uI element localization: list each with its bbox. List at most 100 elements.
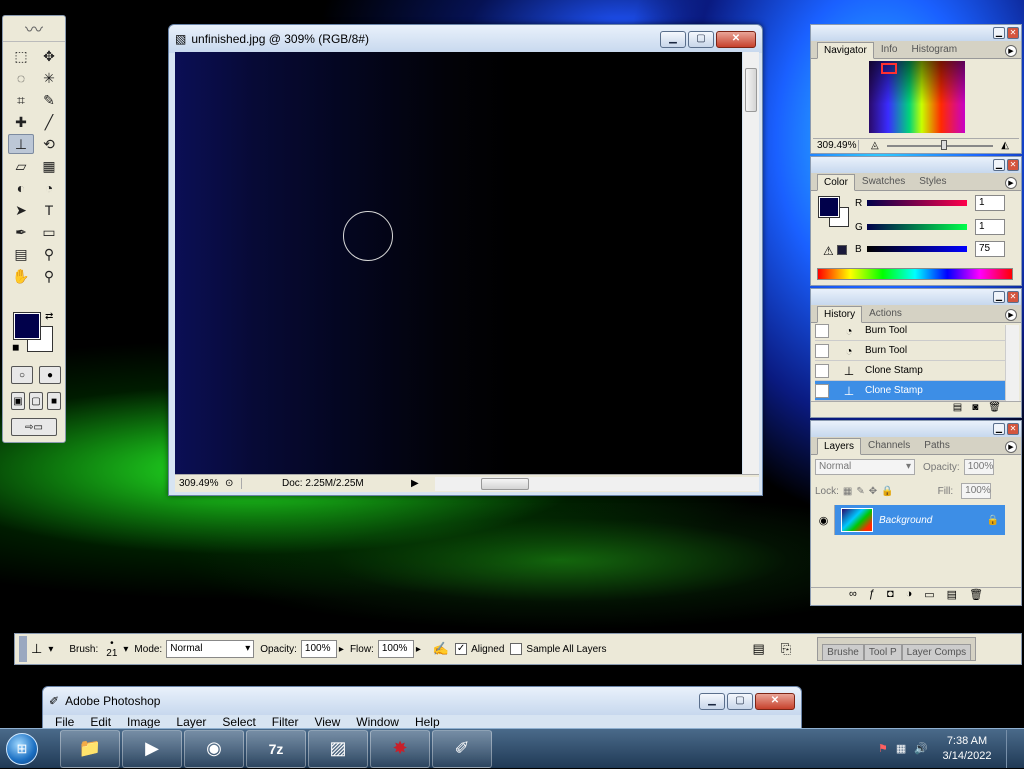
palette-minimize-button[interactable]: ▁ <box>993 291 1005 303</box>
tab-actions[interactable]: Actions <box>862 305 909 322</box>
red-slider[interactable] <box>867 200 967 206</box>
delete-layer-icon[interactable]: 🗑 <box>969 588 983 605</box>
history-item[interactable]: ◔ Burn Tool <box>815 321 1005 341</box>
visibility-eye-icon[interactable]: ◉ <box>813 505 835 535</box>
horizontal-scrollbar[interactable] <box>435 476 759 491</box>
delete-state-icon[interactable]: 🗑 <box>988 402 1001 417</box>
menu-layer[interactable]: Layer <box>176 715 206 729</box>
blur-tool-icon[interactable]: ◐ <box>8 178 34 198</box>
menu-filter[interactable]: Filter <box>272 715 299 729</box>
palette-menu-icon[interactable]: ▶ <box>1005 177 1017 189</box>
move-tool-icon[interactable]: ✥ <box>36 46 62 66</box>
explorer-taskbar-icon[interactable]: 📁 <box>60 729 120 768</box>
brush-dropdown-icon[interactable]: ▾ <box>123 644 128 655</box>
menu-edit[interactable]: Edit <box>90 715 111 729</box>
history-item-selected[interactable]: ⊥ Clone Stamp <box>815 381 1005 401</box>
mode-select[interactable]: Normal <box>166 640 255 658</box>
healing-brush-tool-icon[interactable]: ✚ <box>8 112 34 132</box>
menu-view[interactable]: View <box>314 715 340 729</box>
lock-transparency-icon[interactable]: ▦ <box>843 486 852 497</box>
blue-value[interactable]: 75 <box>975 241 1005 257</box>
ps-maximize-button[interactable]: ▢ <box>727 692 753 710</box>
link-layers-icon[interactable]: ∞ <box>849 588 857 605</box>
palette-menu-icon[interactable]: ▶ <box>1005 45 1017 57</box>
palette-close-button[interactable]: ✕ <box>1007 423 1019 435</box>
lasso-tool-icon[interactable]: ◌ <box>8 68 34 88</box>
jump-to-imageready-icon[interactable]: ⇨▭ <box>11 418 57 436</box>
magic-wand-tool-icon[interactable]: ✳ <box>36 68 62 88</box>
tab-histogram[interactable]: Histogram <box>905 41 965 58</box>
7zip-taskbar-icon[interactable]: 7z <box>246 729 306 768</box>
flow-slider-arrow-icon[interactable]: ▸ <box>416 644 421 655</box>
options-bar-grip[interactable] <box>19 636 27 662</box>
brush-picker[interactable]: • 21 <box>106 639 117 659</box>
history-item[interactable]: ⊥ Clone Stamp <box>815 361 1005 381</box>
quick-mask-mode-icon[interactable]: ● <box>39 366 61 384</box>
palette-menu-icon[interactable]: ▶ <box>1005 309 1017 321</box>
horizontal-scroll-thumb[interactable] <box>481 477 529 490</box>
palette-minimize-button[interactable]: ▁ <box>993 423 1005 435</box>
menu-image[interactable]: Image <box>127 715 160 729</box>
image-viewer-taskbar-icon[interactable]: ▨ <box>308 729 368 768</box>
file-browser-icon[interactable]: ⎘ <box>781 641 791 657</box>
blue-slider[interactable] <box>867 246 967 252</box>
tab-channels[interactable]: Channels <box>861 437 917 454</box>
eyedropper-tool-icon[interactable]: ⚲ <box>36 244 62 264</box>
zoom-level[interactable]: 309.49% <box>175 478 225 489</box>
sample-all-layers-checkbox[interactable] <box>510 643 523 655</box>
palette-close-button[interactable]: ✕ <box>1007 159 1019 171</box>
palette-minimize-button[interactable]: ▁ <box>993 159 1005 171</box>
gradient-tool-icon[interactable]: ▦ <box>36 156 62 176</box>
menu-help[interactable]: Help <box>415 715 440 729</box>
screen-mode-standard-icon[interactable]: ▣ <box>11 392 25 410</box>
layer-style-icon[interactable]: ƒ <box>869 588 875 605</box>
history-brush-tool-icon[interactable]: ⟲ <box>36 134 62 154</box>
navigator-zoom-slider[interactable] <box>886 139 994 150</box>
aligned-checkbox[interactable]: ✓ <box>455 643 468 655</box>
palette-close-button[interactable]: ✕ <box>1007 27 1019 39</box>
zoom-out-icon[interactable]: ◬ <box>871 140 879 151</box>
foreground-color-swatch[interactable] <box>13 312 41 340</box>
path-selection-tool-icon[interactable]: ➤ <box>8 200 34 220</box>
navigator-view-box[interactable] <box>881 63 897 74</box>
adjustment-layer-icon[interactable]: ◑ <box>906 588 913 605</box>
vertical-scroll-thumb[interactable] <box>745 68 757 112</box>
slice-tool-icon[interactable]: ✎ <box>36 90 62 110</box>
lock-all-icon[interactable]: 🔒 <box>881 486 893 497</box>
tab-layers[interactable]: Layers <box>817 438 862 455</box>
green-value[interactable]: 1 <box>975 219 1005 235</box>
status-arrow-icon[interactable]: ▶ <box>411 478 423 489</box>
document-titlebar[interactable]: ▧ unfinished.jpg @ 309% (RGB/8#) ▁ ▢ ✕ <box>169 25 762 53</box>
palette-menu-icon[interactable]: ▶ <box>1005 441 1017 453</box>
tab-styles[interactable]: Styles <box>912 173 953 190</box>
image-canvas[interactable] <box>175 52 742 474</box>
pen-tool-icon[interactable]: ✒ <box>8 222 34 242</box>
standard-mode-icon[interactable]: ○ <box>11 366 33 384</box>
new-group-icon[interactable]: ▭ <box>924 588 934 605</box>
color-spectrum-bar[interactable] <box>817 268 1013 280</box>
swap-colors-icon[interactable]: ⇄ <box>45 311 53 322</box>
ps-close-button[interactable]: ✕ <box>755 692 795 710</box>
layer-mask-icon[interactable]: ◘ <box>887 588 894 605</box>
tab-color[interactable]: Color <box>817 174 855 191</box>
history-source-checkbox[interactable] <box>815 343 829 358</box>
start-button[interactable]: ⊞ <box>0 729 44 769</box>
palette-minimize-button[interactable]: ▁ <box>993 27 1005 39</box>
crop-tool-icon[interactable]: ⌗ <box>8 90 34 110</box>
layer-opacity-input[interactable]: 100% <box>963 459 994 475</box>
paint-app-taskbar-icon[interactable]: ✸ <box>370 729 430 768</box>
tab-info[interactable]: Info <box>874 41 905 58</box>
zoom-in-icon[interactable]: ◭ <box>1001 140 1009 151</box>
hand-tool-icon[interactable]: ✋ <box>8 266 34 286</box>
lock-paint-icon[interactable]: ✎ <box>856 486 864 497</box>
marquee-tool-icon[interactable]: ⬚ <box>8 46 34 66</box>
red-value[interactable]: 1 <box>975 195 1005 211</box>
burn-tool-icon[interactable]: ◔ <box>36 178 62 198</box>
opacity-slider-arrow-icon[interactable]: ▸ <box>339 644 344 655</box>
well-tab-tool-presets[interactable]: Tool P <box>863 644 902 660</box>
tool-preset-picker[interactable]: ⊥ ▾ <box>31 641 53 657</box>
palette-close-button[interactable]: ✕ <box>1007 291 1019 303</box>
new-snapshot-icon[interactable]: ◙ <box>972 402 978 417</box>
screen-mode-full-icon[interactable]: ■ <box>47 392 61 410</box>
well-tab-layer-comps[interactable]: Layer Comps <box>901 644 972 660</box>
